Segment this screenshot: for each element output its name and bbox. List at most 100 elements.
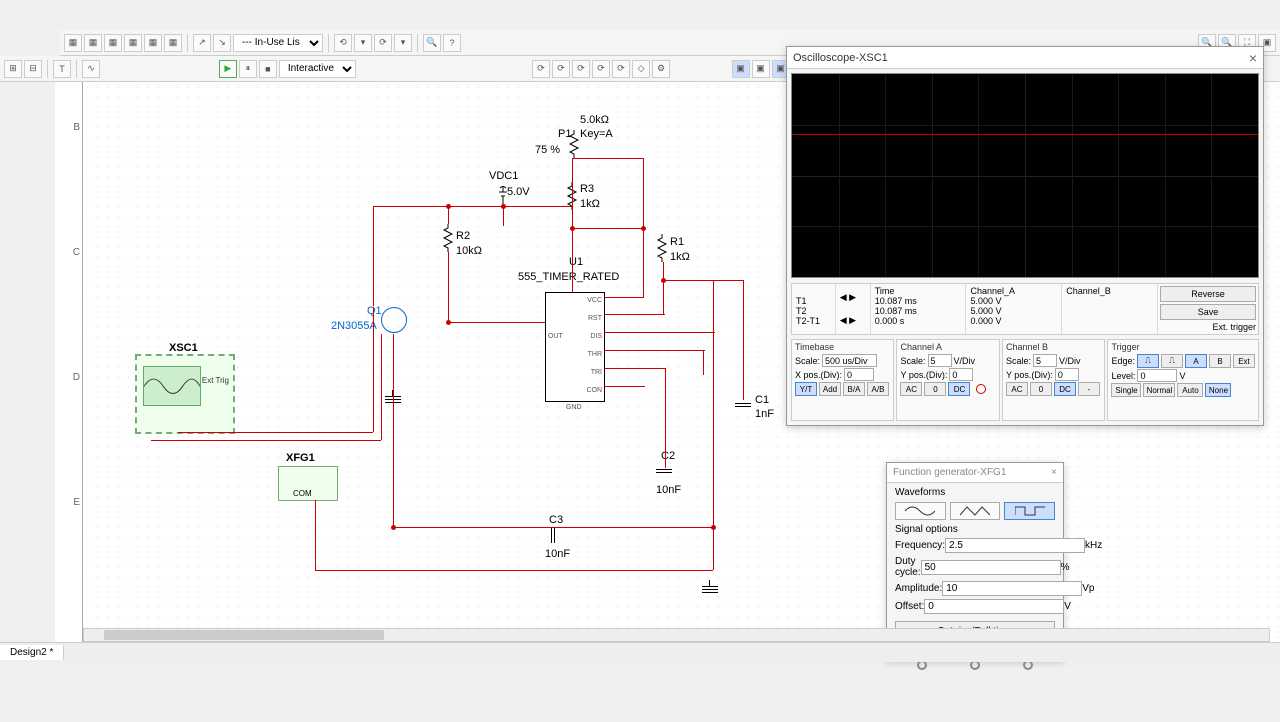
ab-button[interactable]: A/B (867, 382, 889, 396)
c2-ref: C2 (661, 450, 675, 462)
oscilloscope-display[interactable] (791, 73, 1259, 278)
offset-input[interactable] (924, 599, 1064, 614)
ba-button[interactable]: B/A (843, 382, 865, 396)
tb-icon[interactable]: ⚙ (652, 60, 670, 78)
trigger-ext-button[interactable]: Ext (1233, 354, 1255, 368)
ruler-vertical: B C D E (55, 82, 83, 652)
run-button[interactable]: ▶ (219, 60, 237, 78)
cha-ypos-input[interactable] (949, 368, 973, 381)
yt-button[interactable]: Y/T (795, 382, 817, 396)
xfg1-symbol[interactable]: COM (278, 466, 338, 501)
fg-titlebar[interactable]: Function generator-XFG1 × (887, 463, 1063, 483)
tab-bar: Design2 * (0, 642, 1280, 662)
r1-value: 1kΩ (670, 251, 690, 263)
chb-minus-button[interactable]: - (1078, 382, 1100, 396)
tb-icon[interactable]: ▾ (394, 34, 412, 52)
stop-button[interactable]: ■ (259, 60, 277, 78)
tb-icon[interactable]: ▦ (164, 34, 182, 52)
tb-icon[interactable]: ▦ (124, 34, 142, 52)
trigger-level-input[interactable] (1137, 369, 1177, 382)
r2-symbol[interactable] (442, 224, 454, 252)
tb-icon[interactable]: ▾ (354, 34, 372, 52)
horizontal-scrollbar[interactable] (83, 628, 1270, 642)
close-icon[interactable]: × (1249, 50, 1257, 66)
reverse-button[interactable]: Reverse (1160, 286, 1256, 302)
chb-dc-button[interactable]: DC (1054, 382, 1076, 396)
ext-trigger-label: Ext. trigger (1160, 322, 1256, 332)
amplitude-input[interactable] (942, 581, 1082, 596)
design-tab[interactable]: Design2 * (0, 645, 64, 660)
trigger-a-button[interactable]: A (1185, 354, 1207, 368)
help-icon[interactable]: ? (443, 34, 461, 52)
edge-rise-icon[interactable]: ⎍ (1137, 354, 1159, 368)
tb-icon[interactable]: ▦ (104, 34, 122, 52)
cha-zero-button[interactable]: 0 (924, 382, 946, 396)
c1-symbol[interactable] (735, 400, 751, 410)
vdc1-symbol[interactable] (499, 186, 507, 206)
instrument-icon[interactable]: ▣ (752, 60, 770, 78)
xsc1-symbol[interactable]: Ext Trig (135, 354, 235, 434)
sine-wave-button[interactable] (895, 502, 946, 520)
q1-symbol[interactable] (381, 307, 407, 333)
tb-icon[interactable]: ⊞ (4, 60, 22, 78)
tb-icon[interactable]: ∿ (82, 60, 100, 78)
tb-icon[interactable]: ↘ (213, 34, 231, 52)
tb-icon[interactable]: ⟳ (374, 34, 392, 52)
channel-b-panel: Channel B Scale:V/Div Y pos.(Div): AC 0 … (1002, 339, 1105, 421)
square-wave-button[interactable] (1004, 502, 1055, 520)
cursor-arrow-icon[interactable]: ◀ ▶ (840, 292, 866, 303)
cha-dc-button[interactable]: DC (948, 382, 970, 396)
duty-cycle-input[interactable] (921, 560, 1061, 575)
p1-percent: 75 % (535, 144, 560, 156)
tb-icon[interactable]: ◇ (632, 60, 650, 78)
tb-icon[interactable]: ▦ (64, 34, 82, 52)
trigger-auto-button[interactable]: Auto (1177, 383, 1203, 397)
trigger-single-button[interactable]: Single (1111, 383, 1141, 397)
tb-icon[interactable]: ⟳ (592, 60, 610, 78)
chb-zero-button[interactable]: 0 (1030, 382, 1052, 396)
pause-button[interactable]: ⏸ (239, 60, 257, 78)
inuse-combo[interactable]: --- In-Use Lis (233, 34, 323, 52)
cursor-arrow-icon[interactable]: ◀ ▶ (840, 315, 866, 326)
close-icon[interactable]: × (1051, 467, 1057, 478)
c2-symbol[interactable] (656, 466, 672, 476)
tb-icon[interactable]: ⊟ (24, 60, 42, 78)
p1-symbol[interactable] (568, 130, 580, 158)
instrument-icon[interactable]: ▣ (732, 60, 750, 78)
chb-ac-button[interactable]: AC (1006, 382, 1028, 396)
ground-symbol[interactable] (702, 580, 718, 594)
search-icon[interactable]: 🔍 (423, 34, 441, 52)
cha-ac-button[interactable]: AC (900, 382, 922, 396)
sim-mode-combo[interactable]: Interactive (279, 60, 356, 78)
u1-symbol[interactable]: VCC RST DIS THR TRI CON OUT GND (545, 292, 605, 402)
tb-icon[interactable]: ⟳ (612, 60, 630, 78)
tb-icon[interactable]: ⟲ (334, 34, 352, 52)
frequency-input[interactable] (945, 538, 1085, 553)
timebase-panel: Timebase Scale: X pos.(Div): Y/T Add B/A… (791, 339, 894, 421)
tb-icon[interactable]: ↗ (193, 34, 211, 52)
cha-scale-input[interactable] (928, 354, 952, 367)
add-button[interactable]: Add (819, 382, 841, 396)
trigger-normal-button[interactable]: Normal (1143, 383, 1175, 397)
tb-icon[interactable]: T (53, 60, 71, 78)
c3-symbol[interactable] (548, 527, 558, 543)
timebase-scale-input[interactable] (822, 354, 877, 367)
chb-scale-input[interactable] (1033, 354, 1057, 367)
timebase-xpos-input[interactable] (844, 368, 874, 381)
r1-symbol[interactable] (656, 234, 668, 262)
save-button[interactable]: Save (1160, 304, 1256, 320)
tb-icon[interactable]: ▦ (84, 34, 102, 52)
triangle-wave-button[interactable] (950, 502, 1001, 520)
tb-icon[interactable]: ⟳ (532, 60, 550, 78)
oscilloscope-window[interactable]: Oscilloscope-XSC1 × T1 T2 T2-T1 ◀ ▶ ◀ ▶ … (786, 46, 1264, 426)
c2-value: 10nF (656, 484, 681, 496)
chb-ypos-input[interactable] (1055, 368, 1079, 381)
trigger-none-button[interactable]: None (1205, 383, 1231, 397)
edge-fall-icon[interactable]: ⎍ (1161, 354, 1183, 368)
oscilloscope-titlebar[interactable]: Oscilloscope-XSC1 × (787, 47, 1263, 69)
tb-icon[interactable]: ⟳ (552, 60, 570, 78)
vdc1-ref: VDC1 (489, 170, 518, 182)
tb-icon[interactable]: ▦ (144, 34, 162, 52)
tb-icon[interactable]: ⟳ (572, 60, 590, 78)
trigger-b-button[interactable]: B (1209, 354, 1231, 368)
